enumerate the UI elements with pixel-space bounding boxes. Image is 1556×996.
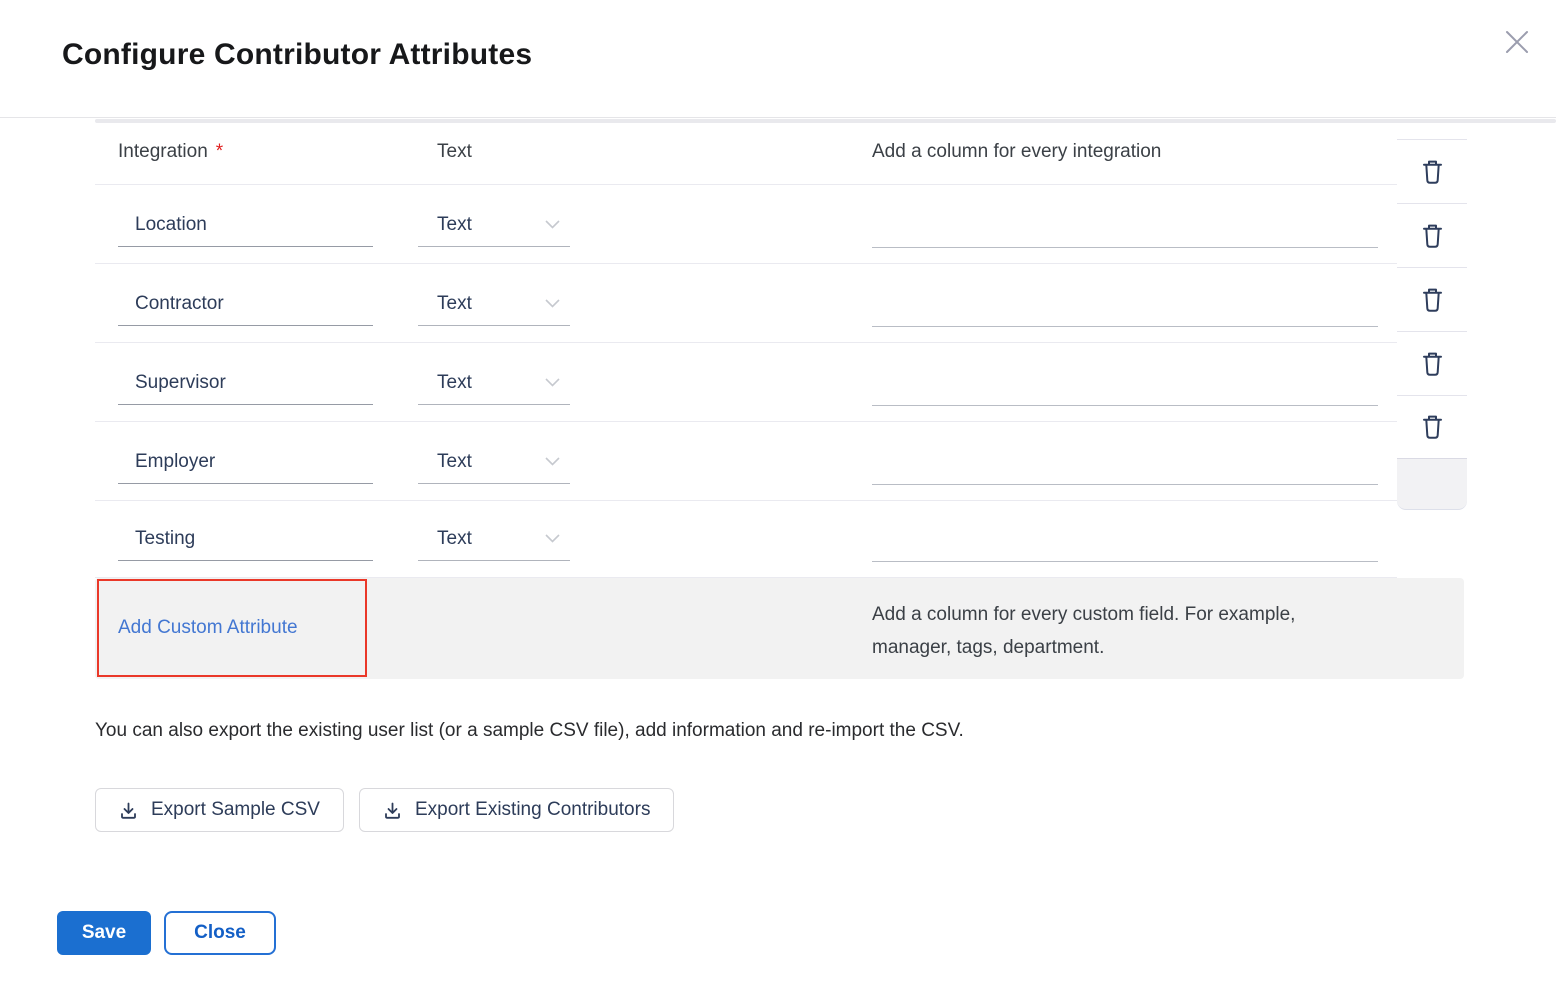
attribute-name-input[interactable]: Employer [118, 440, 373, 484]
attribute-type-value: Text [437, 293, 472, 315]
attribute-type-select[interactable]: Text [418, 517, 570, 561]
chevron-down-icon [545, 220, 560, 229]
attribute-name-value: Employer [135, 451, 215, 473]
custom-attribute-description-line1: Add a column for every custom field. For… [872, 598, 1295, 631]
download-icon [119, 801, 138, 820]
attribute-type-select[interactable]: Text [418, 282, 570, 326]
attribute-description-input[interactable] [872, 204, 1378, 248]
required-asterisk: * [216, 141, 223, 162]
attribute-type-value: Text [437, 372, 472, 394]
add-custom-attribute-row: Add Custom Attribute Add a column for ev… [95, 578, 1464, 679]
table-row-testing: Testing Text [95, 501, 1397, 578]
attributes-table: Integration * Text Add a column for every… [95, 118, 1397, 578]
page-title: Configure Contributor Attributes [62, 38, 532, 72]
custom-attribute-description-line2: manager, tags, department. [872, 631, 1295, 664]
attribute-name-value: Supervisor [135, 372, 226, 394]
delete-buttons-column [1397, 117, 1467, 510]
export-existing-contributors-button[interactable]: Export Existing Contributors [359, 788, 675, 832]
empty-cell [1397, 458, 1467, 510]
export-sample-csv-label: Export Sample CSV [151, 799, 320, 821]
close-dialog-button[interactable] [1497, 22, 1537, 62]
attribute-name-input[interactable]: Contractor [118, 282, 373, 326]
chevron-down-icon [545, 457, 560, 466]
attribute-name-input[interactable]: Supervisor [118, 361, 373, 405]
delete-attribute-button[interactable] [1397, 332, 1467, 396]
custom-attribute-description: Add a column for every custom field. For… [872, 598, 1295, 664]
attribute-name-value: Integration [118, 141, 208, 162]
delete-attribute-button[interactable] [1397, 396, 1467, 458]
chevron-down-icon [545, 299, 560, 308]
attribute-name-value: Location [135, 214, 207, 236]
attribute-description-label: Add a column for every integration [872, 141, 1161, 163]
delete-attribute-button[interactable] [1397, 268, 1467, 332]
attribute-name-value: Testing [135, 528, 195, 550]
trash-icon [1421, 414, 1444, 440]
attribute-type-label: Text [437, 141, 472, 163]
attribute-description-input[interactable] [872, 441, 1378, 485]
table-row-contractor: Contractor Text [95, 264, 1397, 343]
save-button[interactable]: Save [57, 911, 151, 955]
configure-contributor-attributes-dialog: Configure Contributor Attributes Integra… [0, 0, 1556, 996]
export-buttons-row: Export Sample CSV Export Existing Contri… [95, 788, 674, 832]
export-sample-csv-button[interactable]: Export Sample CSV [95, 788, 344, 832]
attribute-name-value: Contractor [135, 293, 224, 315]
trash-icon [1421, 223, 1444, 249]
table-row-employer: Employer Text [95, 422, 1397, 501]
attribute-name-input[interactable]: Testing [118, 517, 373, 561]
delete-attribute-button[interactable] [1397, 204, 1467, 268]
chevron-down-icon [545, 378, 560, 387]
attribute-description-input[interactable] [872, 362, 1378, 406]
attribute-type-value: Text [437, 451, 472, 473]
export-note: You can also export the existing user li… [95, 720, 964, 742]
delete-attribute-button[interactable] [1397, 140, 1467, 204]
download-icon [383, 801, 402, 820]
attribute-type-select[interactable]: Text [418, 361, 570, 405]
table-row-location: Location Text [95, 185, 1397, 264]
chevron-down-icon [545, 534, 560, 543]
close-button[interactable]: Close [164, 911, 276, 955]
attribute-description-input[interactable] [872, 283, 1378, 327]
trash-icon [1421, 351, 1444, 377]
attribute-name-input[interactable]: Location [118, 203, 373, 247]
attribute-type-select[interactable]: Text [418, 440, 570, 484]
attribute-type-value: Text [437, 528, 472, 550]
close-icon [1503, 28, 1531, 56]
trash-icon [1421, 287, 1444, 313]
table-row-integration: Integration * Text Add a column for every… [95, 118, 1397, 185]
trash-icon [1421, 159, 1444, 185]
attribute-type-value: Text [437, 214, 472, 236]
export-existing-contributors-label: Export Existing Contributors [415, 799, 651, 821]
table-row-supervisor: Supervisor Text [95, 343, 1397, 422]
attribute-name-label: Integration * [118, 141, 223, 163]
add-custom-attribute-link[interactable]: Add Custom Attribute [118, 617, 298, 639]
delete-column-spacer [1397, 117, 1467, 140]
attribute-description-input[interactable] [872, 518, 1378, 562]
attribute-type-select[interactable]: Text [418, 203, 570, 247]
